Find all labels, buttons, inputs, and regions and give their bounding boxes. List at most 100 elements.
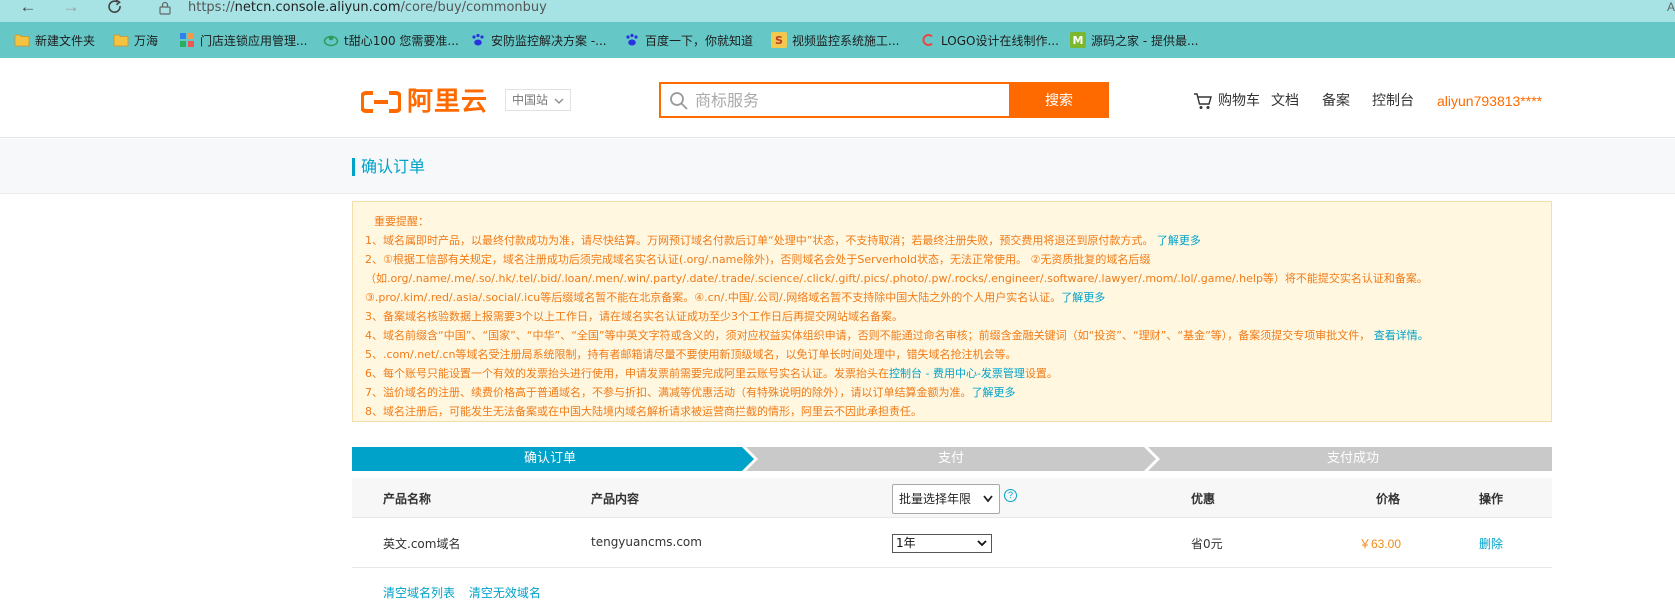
search-icon bbox=[669, 91, 689, 114]
url-field[interactable]: https://netcn.console.aliyun.com/core/bu… bbox=[188, 0, 547, 15]
notice-text: 4、域名前缀含“中国”、“国家”、“中华”、“全国”等中英文字符或含义的，须对应… bbox=[365, 329, 1371, 342]
clear-domain-list-link[interactable]: 清空域名列表 bbox=[383, 586, 455, 600]
cell-product-name: 英文.com域名 bbox=[383, 537, 461, 551]
page-title: 确认订单 bbox=[352, 158, 425, 176]
m-logo-icon: M bbox=[1070, 32, 1086, 48]
notice-line: 4、域名前缀含“中国”、“国家”、“中华”、“全国”等中英文字符或含义的，须对应… bbox=[365, 326, 1539, 345]
forward-arrow-icon[interactable]: → bbox=[60, 0, 82, 18]
header-action: 操作 bbox=[1479, 492, 1504, 506]
bookmark-label: 百度一下，你就知道 bbox=[645, 33, 754, 48]
bookmark-label: 源码之家 - 提供最... bbox=[1091, 33, 1199, 48]
order-steps: 确认订单 支付 支付成功 bbox=[352, 447, 1552, 471]
s-logo-icon: S bbox=[771, 32, 787, 48]
site-header: 阿里云 中国站 搜索 购物车 文档 备案 控制台 aliyun793813***… bbox=[0, 58, 1675, 138]
important-notice: 重要提醒： 1、域名属即时产品，以最终付款成功为准，请尽快结算。万网预订域名付款… bbox=[352, 201, 1552, 422]
year-select-value: 1年 bbox=[896, 536, 916, 550]
cell-price: ￥63.00 bbox=[1359, 537, 1402, 551]
cart-icon bbox=[1193, 92, 1213, 110]
nav-console[interactable]: 控制台 bbox=[1372, 92, 1414, 110]
grid-icon bbox=[179, 32, 195, 48]
learn-more-link[interactable]: 了解更多 bbox=[972, 386, 1016, 399]
bookmarks-bar: 新建文件夹 万海 门店连锁应用管理... t甜心100 您需要准... 安防监控… bbox=[0, 22, 1675, 58]
folder-icon bbox=[113, 32, 129, 48]
bookmark-label: 新建文件夹 bbox=[35, 33, 96, 48]
notice-text: 2、①根据工信部有关规定，域名注册成功后须完成域名实名认证(.org/.name… bbox=[365, 253, 1428, 304]
url-scheme: https:// bbox=[188, 0, 235, 15]
bookmark-item[interactable]: M 源码之家 - 提供最... bbox=[1070, 31, 1198, 49]
search-input[interactable] bbox=[695, 84, 995, 116]
bookmark-label: t甜心100 您需要准... bbox=[344, 33, 459, 48]
paw-icon bbox=[470, 32, 486, 48]
title-band: 确认订单 bbox=[0, 139, 1675, 194]
bookmark-label: 安防监控解决方案 -... bbox=[491, 33, 607, 48]
table-row: 英文.com域名 tengyuancms.com 1年 省0元 ￥63.00 删… bbox=[352, 518, 1552, 568]
help-icon[interactable]: ? bbox=[1004, 489, 1017, 502]
bookmark-item[interactable]: 安防监控解决方案 -... bbox=[470, 31, 607, 49]
region-label: 中国站 bbox=[512, 93, 549, 107]
year-select[interactable]: 1年 bbox=[892, 534, 992, 553]
learn-more-link[interactable]: 了解更多 bbox=[1061, 291, 1105, 304]
search-box bbox=[659, 82, 1009, 118]
chevron-down-icon bbox=[554, 93, 564, 113]
notice-text: 7、溢价域名的注册、续费价格高于普通域名，不参与折扣、满减等优惠活动（有特殊说明… bbox=[365, 386, 972, 399]
aliyun-logo[interactable]: 阿里云 bbox=[361, 88, 488, 116]
clear-invalid-domains-link[interactable]: 清空无效域名 bbox=[469, 586, 541, 600]
leaf-icon bbox=[323, 32, 339, 48]
reader-mode-icon[interactable]: A bbox=[1667, 0, 1675, 14]
step-payment: 支付 bbox=[937, 451, 964, 466]
notice-text: 6、每个账号只能设置一个有效的发票抬头进行使用，申请发票前需要完成阿里云账号实名… bbox=[365, 367, 889, 380]
folder-icon bbox=[14, 32, 30, 48]
url-host: netcn.console.aliyun.com bbox=[234, 0, 401, 15]
cart-label: 购物车 bbox=[1218, 93, 1260, 109]
lock-icon bbox=[158, 1, 172, 15]
batch-years-select[interactable]: 批量选择年限 bbox=[892, 484, 1000, 514]
notice-line: 8、域名注册后，可能发生无法备案或在中国大陆境内域名解析请求被运营商拦截的情形，… bbox=[365, 405, 922, 418]
aliyun-logo-icon bbox=[361, 91, 401, 113]
browser-address-bar: ← → https://netcn.console.aliyun.com/cor… bbox=[0, 0, 1675, 22]
bookmark-item[interactable]: 新建文件夹 bbox=[14, 31, 95, 49]
nav-docs[interactable]: 文档 bbox=[1271, 92, 1299, 110]
notice-text: 1、域名属即时产品，以最终付款成功为准，请尽快结算。万网预订域名付款后订单“处理… bbox=[365, 234, 1154, 247]
notice-heading: 重要提醒： bbox=[374, 215, 429, 228]
header-product-content: 产品内容 bbox=[591, 492, 640, 506]
back-arrow-icon[interactable]: ← bbox=[17, 0, 39, 18]
cell-product-content: tengyuancms.com bbox=[591, 535, 702, 549]
bookmark-item[interactable]: S 视频监控系统施工... bbox=[771, 31, 899, 49]
notice-line: 3、备案域名核验数据上报需要3个以上工作日，请在域名实名认证成功至少3个工作日后… bbox=[365, 310, 903, 323]
refresh-icon[interactable] bbox=[104, 0, 126, 18]
url-path: /core/buy/commonbuy bbox=[400, 0, 547, 15]
bookmark-item[interactable]: 门店连锁应用管理... bbox=[179, 31, 307, 49]
nav-beian[interactable]: 备案 bbox=[1322, 92, 1350, 110]
bookmark-item[interactable]: LOGO设计在线制作... bbox=[920, 31, 1059, 49]
logo-text: 阿里云 bbox=[407, 87, 489, 117]
bookmark-label: 视频监控系统施工... bbox=[792, 33, 900, 48]
step-payment-success: 支付成功 bbox=[1326, 451, 1379, 466]
bookmark-label: LOGO设计在线制作... bbox=[941, 33, 1059, 48]
notice-line: 7、溢价域名的注册、续费价格高于普通域名，不参与折扣、满减等优惠活动（有特殊说明… bbox=[365, 383, 1539, 402]
search-button[interactable]: 搜索 bbox=[1009, 82, 1109, 118]
bookmark-item[interactable]: 百度一下，你就知道 bbox=[624, 31, 753, 49]
c-logo-icon bbox=[920, 32, 936, 48]
learn-more-link[interactable]: 了解更多 bbox=[1157, 234, 1201, 247]
notice-line: 6、每个账号只能设置一个有效的发票抬头进行使用，申请发票前需要完成阿里云账号实名… bbox=[365, 364, 1539, 383]
paw-icon bbox=[624, 32, 640, 48]
cell-discount: 省0元 bbox=[1191, 537, 1223, 551]
notice-line: 2、①根据工信部有关规定，域名注册成功后须完成域名实名认证(.org/.name… bbox=[365, 250, 1545, 307]
table-footer-links: 清空域名列表 清空无效域名 bbox=[383, 584, 551, 601]
invoice-management-link[interactable]: 控制台 - 费用中心-发票管理 bbox=[889, 367, 1025, 380]
delete-link[interactable]: 删除 bbox=[1479, 535, 1503, 552]
bookmark-item[interactable]: t甜心100 您需要准... bbox=[323, 31, 459, 49]
cart-link[interactable]: 购物车 bbox=[1193, 92, 1260, 110]
notice-line: 5、.com/.net/.cn等域名受注册局系统限制，持有者邮箱请尽量不要使用新… bbox=[365, 348, 1017, 361]
header-product-name: 产品名称 bbox=[383, 492, 432, 506]
bookmark-item[interactable]: 万海 bbox=[113, 31, 158, 49]
header-price: 价格 bbox=[1376, 492, 1401, 506]
view-details-link[interactable]: 查看详情。 bbox=[1374, 329, 1429, 342]
region-selector[interactable]: 中国站 bbox=[505, 89, 571, 111]
chevron-down-icon bbox=[977, 535, 987, 558]
notice-text: 设置。 bbox=[1024, 367, 1058, 380]
user-account-link[interactable]: aliyun793813**** bbox=[1437, 92, 1542, 110]
order-table-header: 产品名称 产品内容 批量选择年限 ? 优惠 价格 操作 bbox=[352, 478, 1552, 518]
bookmark-label: 门店连锁应用管理... bbox=[200, 33, 308, 48]
notice-line: 1、域名属即时产品，以最终付款成功为准，请尽快结算。万网预订域名付款后订单“处理… bbox=[365, 231, 1539, 250]
